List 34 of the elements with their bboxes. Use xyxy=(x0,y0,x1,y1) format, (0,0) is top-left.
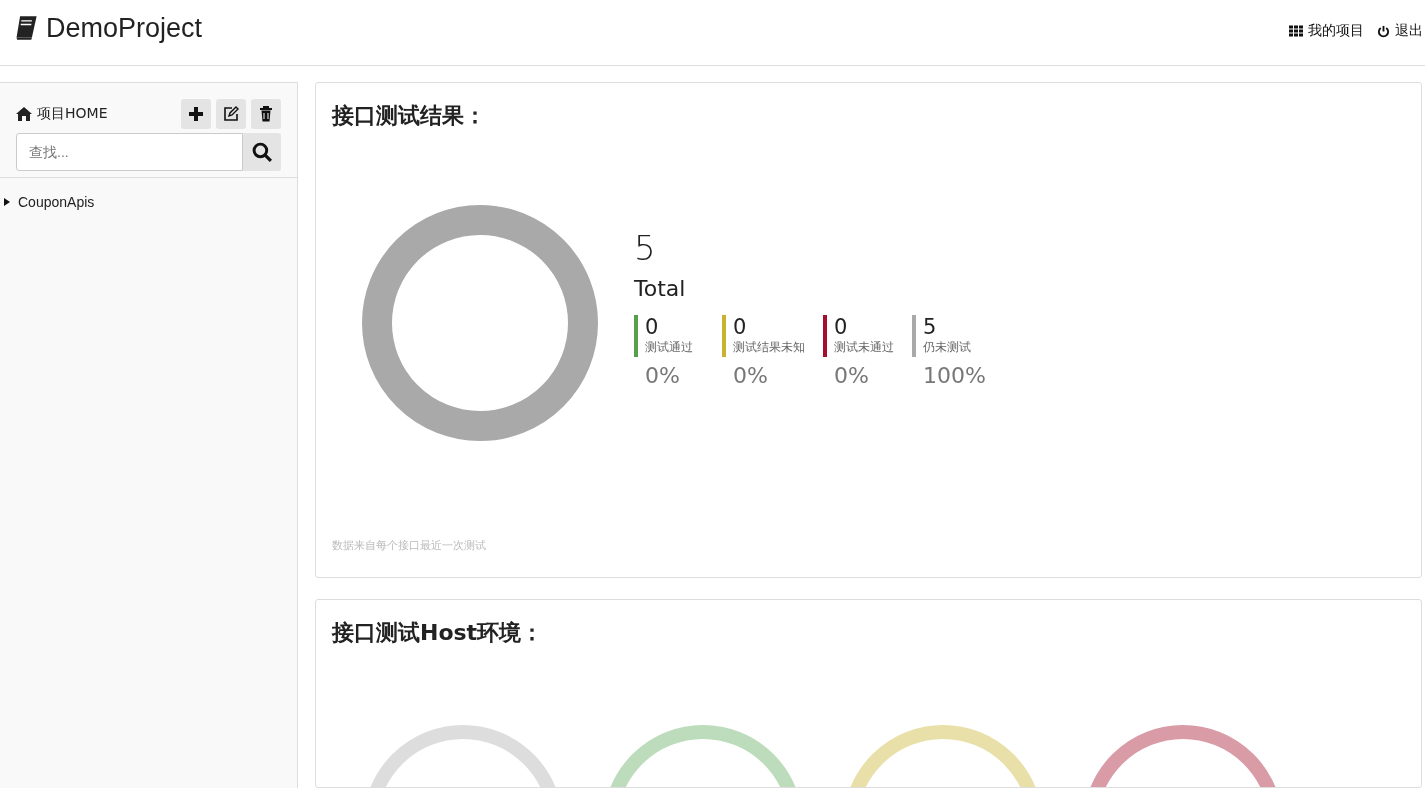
tool-button[interactable] xyxy=(216,99,246,129)
tool-button[interactable] xyxy=(181,99,211,129)
stat-label: 测试结果未知 xyxy=(733,339,805,356)
search-button[interactable] xyxy=(243,133,281,171)
book-icon xyxy=(14,15,38,41)
search-field[interactable]: 查找... xyxy=(16,133,243,171)
stat-label: 测试通过 xyxy=(645,339,693,356)
search-icon xyxy=(251,141,273,163)
grid-icon xyxy=(1289,24,1304,38)
project-title: DemoProject xyxy=(46,12,203,44)
stat-label: 测试未通过 xyxy=(834,339,894,356)
home-label[interactable]: 项目HOME xyxy=(37,105,108,123)
panel-title: 接口测试结果： xyxy=(332,102,487,130)
trash-icon xyxy=(258,106,274,122)
plus-icon xyxy=(188,106,204,122)
stat-label: 仍未测试 xyxy=(923,339,971,356)
stat-count: 5 xyxy=(923,315,938,339)
stat-count: 0 xyxy=(834,315,849,339)
stat-percent: 0% xyxy=(833,363,870,388)
tool-button[interactable] xyxy=(251,99,281,129)
total-count: 5 xyxy=(634,228,657,268)
tree-item[interactable]: CouponApis xyxy=(0,178,297,226)
stat-count: 0 xyxy=(645,315,660,339)
stat-percent: 100% xyxy=(922,363,986,388)
power-icon xyxy=(1376,24,1391,38)
stat-percent: 0% xyxy=(732,363,769,388)
header-link[interactable]: 退出 xyxy=(1376,22,1423,40)
header-link[interactable]: 我的项目 xyxy=(1289,22,1364,40)
home-icon xyxy=(16,107,32,121)
total-label: Total xyxy=(634,276,687,301)
panel-title: 接口测试Host环境： xyxy=(332,619,545,647)
stat-percent: 0% xyxy=(644,363,681,388)
stat-count: 0 xyxy=(733,315,748,339)
edit-icon xyxy=(223,106,239,122)
